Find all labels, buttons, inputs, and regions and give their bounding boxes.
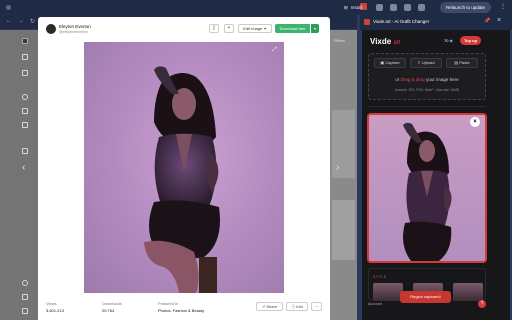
browser-tab-bar (0, 0, 512, 15)
toast-notification: Region captured! (400, 291, 451, 303)
relaunch-button[interactable]: Relaunch to update (440, 2, 492, 13)
style-thumbnail[interactable] (453, 283, 483, 301)
translate-icon[interactable] (22, 294, 28, 300)
wand-icon: ✦ (263, 26, 267, 31)
download-options-button[interactable]: ▾ (310, 24, 319, 33)
camera-icon: ▣ (380, 60, 385, 65)
info-button[interactable]: ⓘ Info (286, 302, 308, 311)
plus-icon: + (227, 25, 231, 31)
views-value: 3,601,213 (46, 308, 64, 313)
extension-icon[interactable] (376, 4, 383, 11)
more-options-button[interactable]: ⋯ (311, 302, 322, 311)
diamond-icon: ◆ (449, 38, 453, 43)
bookmark-icon: ▯ (212, 25, 216, 31)
vixde-logo: Vixde art (370, 37, 400, 46)
layers-icon[interactable] (22, 108, 28, 114)
featured-value[interactable]: Photos, Fashion & Beauty (158, 308, 204, 313)
edit-image-button[interactable]: Edit image ✦ (238, 24, 272, 33)
left-rail (0, 30, 38, 320)
install-label: Install (350, 5, 363, 10)
forward-icon[interactable]: → (18, 18, 24, 24)
window-menu-dot[interactable] (6, 5, 11, 10)
upload-icon: ⇪ (417, 60, 421, 65)
style-label: STYLE (373, 275, 387, 279)
side-panel-title: Vixde.art - AI Outfit Changer (373, 19, 430, 24)
upload-button[interactable]: ⇪ Upload (410, 58, 442, 68)
sidepanel-icon[interactable] (418, 4, 425, 11)
next-photo-icon[interactable]: › (336, 162, 339, 173)
extension-icon[interactable] (390, 4, 397, 11)
featured-label: Featured in (158, 301, 179, 306)
drop-link[interactable]: Drag & drop (401, 77, 425, 82)
more-icon: ⋯ (314, 304, 319, 309)
chevron-down-icon: ▾ (313, 26, 316, 31)
expand-icon[interactable]: ⤢ (272, 47, 277, 54)
grid-icon[interactable] (22, 54, 28, 60)
woman-portrait-illustration (144, 66, 220, 293)
close-preview-icon[interactable]: × (470, 117, 480, 127)
back-icon[interactable]: ← (6, 18, 12, 24)
help-button[interactable]: ? (478, 300, 486, 308)
share-label: Share (266, 304, 278, 309)
install-icon: ⊞ (344, 5, 348, 10)
views-label: Views (46, 301, 57, 306)
alert-icon[interactable] (22, 122, 28, 128)
style-thumbnail[interactable] (373, 283, 403, 301)
account-link[interactable]: Account (368, 302, 382, 306)
author-name[interactable]: Eleyton Everton (59, 24, 91, 29)
captured-image-preview[interactable] (367, 113, 487, 263)
capture-label: Capture (385, 60, 400, 65)
filters-label: Filters (334, 38, 345, 43)
author-handle: @eleytoneverton (59, 30, 88, 34)
settings-icon[interactable] (22, 308, 28, 314)
logo-main: Vixde (370, 37, 392, 46)
credits-value: 70 (444, 38, 449, 43)
previous-photo-icon[interactable]: ‹ (22, 162, 25, 173)
reload-icon[interactable]: ↻ (30, 18, 35, 25)
install-button[interactable]: ⊞ Install (344, 3, 363, 12)
accepted-formats: Accepts: JPG, PNG, WebP - Max size: 10MB (395, 88, 459, 92)
top-up-button[interactable]: Top up (460, 36, 481, 45)
downloads-value: 20,764 (102, 308, 115, 313)
capture-button[interactable]: ▣ Capture (374, 58, 406, 68)
puzzle-icon[interactable] (404, 4, 411, 11)
square-icon[interactable] (22, 148, 28, 154)
bookmark-button[interactable]: ▯ (209, 24, 219, 33)
avatar[interactable] (46, 24, 56, 34)
info-icon: ⓘ (291, 304, 296, 309)
edit-image-label: Edit image (243, 26, 263, 31)
unsplash-logo-icon[interactable] (22, 38, 28, 44)
compass-icon[interactable] (22, 94, 28, 100)
download-button[interactable]: Download free (275, 24, 310, 33)
pen-icon[interactable] (22, 70, 28, 76)
divider (368, 106, 486, 107)
close-panel-icon[interactable]: × (497, 17, 501, 24)
more-menu-icon[interactable]: ⋮ (500, 3, 506, 10)
main-photo[interactable]: ⤢ (84, 42, 284, 293)
add-to-collection-button[interactable]: + (224, 24, 234, 33)
downloads-label: Downloads (102, 301, 122, 306)
share-icon: ↗ (261, 304, 266, 309)
profile-icon[interactable] (22, 280, 28, 286)
pin-icon[interactable]: 📌 (484, 18, 490, 24)
preview-portrait-illustration (403, 122, 452, 261)
credits-counter: 70 ◆ (444, 38, 453, 43)
drop-hint: or Drag & drop your image here (368, 77, 486, 82)
paste-icon: ▤ (454, 60, 459, 65)
vixde-favicon-icon (364, 19, 370, 25)
logo-sub: art (393, 40, 401, 46)
background-thumbnail (332, 200, 355, 260)
info-label: Info (296, 304, 303, 309)
drop-suffix: your image here (424, 77, 459, 82)
share-button[interactable]: ↗ Share (256, 302, 283, 311)
filters-button[interactable]: Filters (334, 38, 345, 43)
paste-button[interactable]: ▤ Paste (446, 58, 478, 68)
upload-label: Upload (421, 60, 435, 65)
paste-label: Paste (459, 60, 470, 65)
